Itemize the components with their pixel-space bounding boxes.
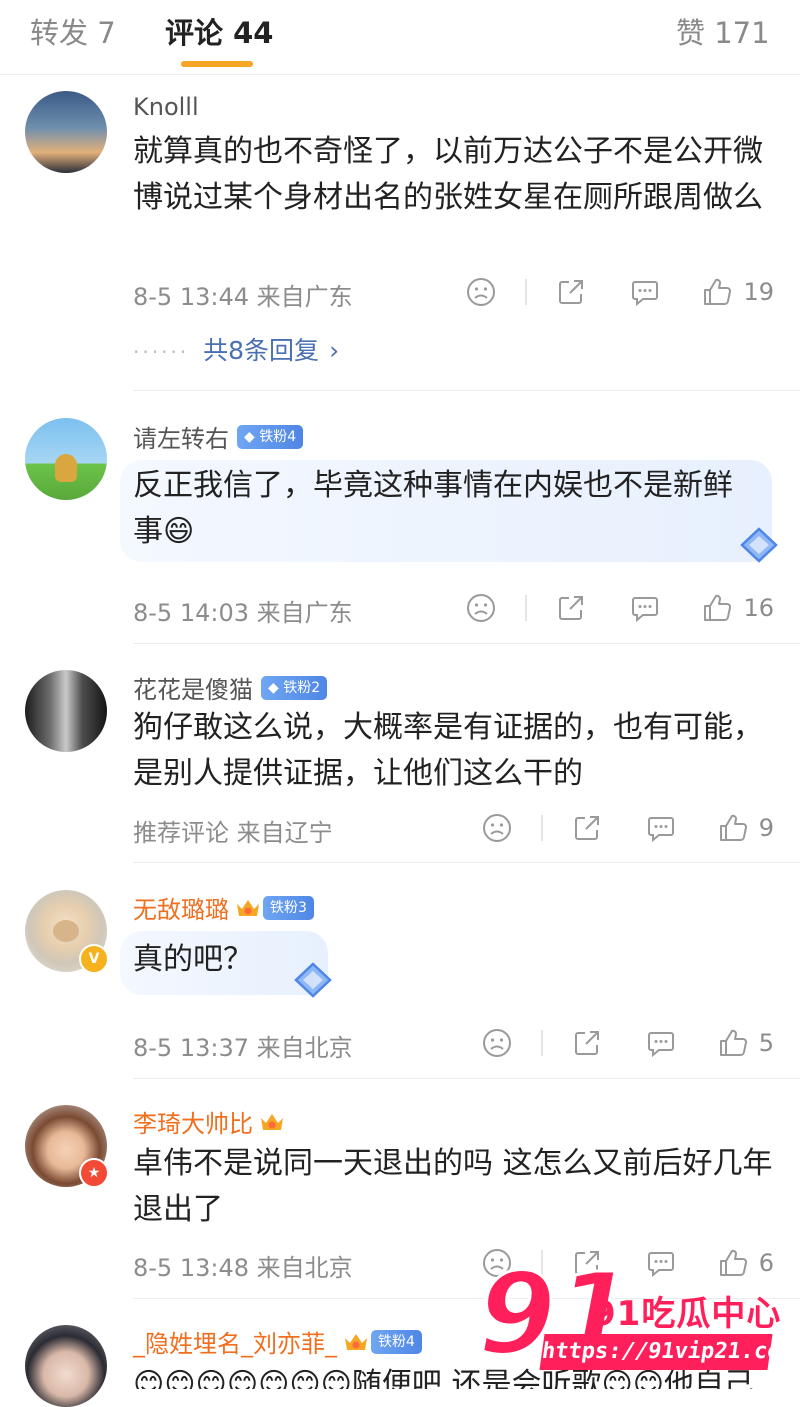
divider: [133, 1078, 800, 1079]
fan-badge: 铁粉3: [263, 896, 314, 920]
divider: [525, 279, 528, 305]
comment-icon[interactable]: [629, 276, 661, 308]
comment-actions: 19: [465, 275, 774, 309]
dislike-icon[interactable]: [481, 812, 513, 844]
comment-meta: 8-5 14:03 来自广东: [133, 599, 353, 627]
comment-icon[interactable]: [629, 592, 661, 624]
comment-tabs: 转发 7 评论 44 赞 171: [0, 0, 800, 75]
comment-meta: 8-5 13:44 来自广东: [133, 283, 353, 311]
fan-badge: 铁粉4: [371, 1330, 422, 1354]
dots-icon: ······: [133, 340, 190, 364]
divider: [540, 815, 543, 841]
dog-icon: [53, 920, 79, 942]
divider: [525, 595, 528, 621]
comment-icon[interactable]: [645, 812, 677, 844]
avatar[interactable]: [25, 91, 107, 173]
divider: [133, 390, 800, 391]
comment-text: 狗仔敢这么说，大概率是有证据的，也有可能，是别人提供证据，让他们这么干的: [133, 710, 763, 791]
fan-badge: ◆ 铁粉2: [261, 676, 328, 700]
fan-badge-label: 铁粉4: [378, 1334, 415, 1350]
username[interactable]: Knolll: [133, 93, 199, 121]
dislike-icon[interactable]: [465, 592, 497, 624]
fan-badge-label: 铁粉3: [270, 900, 307, 916]
share-icon[interactable]: [571, 812, 603, 844]
watermark-brand: 91吃瓜中心: [592, 1294, 782, 1334]
username[interactable]: 请左转右 ◆ 铁粉4: [133, 419, 304, 454]
comment-meta: 8-5 13:48 来自北京: [133, 1254, 353, 1282]
username-text: 请左转右: [133, 425, 229, 453]
active-tab-indicator: [181, 61, 253, 67]
like-icon: [701, 592, 733, 624]
fan-badge-label: 铁粉2: [283, 680, 321, 696]
username[interactable]: 无敌璐璐 铁粉3: [133, 890, 314, 925]
like-count: 5: [758, 1029, 774, 1057]
crown-icon: [259, 1111, 285, 1133]
comment-actions: 5: [481, 1026, 774, 1060]
avatar[interactable]: [25, 1325, 107, 1407]
comment-meta: 推荐评论 来自辽宁: [133, 819, 333, 847]
username-text: 无敌璐璐: [133, 896, 229, 924]
divider: [133, 643, 800, 644]
like-button[interactable]: 5: [717, 1027, 774, 1059]
comment-text: 卓伟不是说同一天退出的吗 这怎么又前后好几年退出了: [133, 1146, 773, 1227]
like-icon: [701, 276, 733, 308]
comment-meta: 8-5 13:37 来自北京: [133, 1034, 353, 1062]
chevron-right-icon: ›: [329, 336, 340, 365]
like-button[interactable]: 19: [701, 276, 774, 308]
avatar[interactable]: [25, 670, 107, 752]
like-button[interactable]: 16: [701, 592, 774, 624]
verified-icon: ★: [79, 1158, 109, 1188]
verified-icon: V: [79, 944, 109, 974]
like-count: 9: [758, 814, 774, 842]
avatar[interactable]: [25, 418, 107, 500]
tab-comments[interactable]: 评论 44: [165, 10, 273, 52]
dislike-icon[interactable]: [465, 276, 497, 308]
username[interactable]: 李琦大帅比: [133, 1104, 285, 1139]
like-icon: [717, 1027, 749, 1059]
comment-text: 真的吧？: [133, 942, 253, 977]
watermark-url: https://91vip21.com: [539, 1334, 795, 1370]
share-icon[interactable]: [555, 592, 587, 624]
comment-icon[interactable]: [645, 1027, 677, 1059]
like-count: 19: [743, 278, 774, 306]
crown-icon: [343, 1331, 369, 1353]
fan-badge-label: 铁粉4: [259, 429, 297, 445]
like-icon: [717, 812, 749, 844]
tab-likes[interactable]: 赞 171: [676, 10, 770, 52]
like-button[interactable]: 9: [717, 812, 774, 844]
fan-badge: ◆ 铁粉4: [237, 425, 304, 449]
divider: [540, 1030, 543, 1056]
divider: [133, 862, 800, 863]
username-text: _隐姓埋名_刘亦菲_: [133, 1330, 337, 1358]
comment-text: 反正我信了，毕竟这种事情在内娱也不是新鲜事😄: [133, 468, 733, 549]
comment-text: 就算真的也不奇怪了，以前万达公子不是公开微博说过某个身材出名的张姓女星在厕所跟周…: [133, 134, 763, 215]
replies-count: 共8条回复: [203, 336, 320, 365]
comment-actions: 9: [481, 811, 774, 845]
crown-icon: [235, 897, 261, 919]
figure-icon: [55, 454, 77, 482]
comment-actions: 16: [465, 591, 774, 625]
username-text: 李琦大帅比: [133, 1110, 253, 1138]
view-replies-link[interactable]: ······ 共8条回复 ›: [133, 331, 339, 367]
share-icon[interactable]: [571, 1027, 603, 1059]
share-icon[interactable]: [555, 276, 587, 308]
tab-repost[interactable]: 转发 7: [30, 10, 116, 52]
username[interactable]: _隐姓埋名_刘亦菲_ 铁粉4: [133, 1324, 422, 1359]
dislike-icon[interactable]: [481, 1027, 513, 1059]
like-count: 16: [743, 594, 774, 622]
username-text: 花花是傻猫: [133, 676, 253, 704]
username[interactable]: 花花是傻猫 ◆ 铁粉2: [133, 670, 328, 705]
